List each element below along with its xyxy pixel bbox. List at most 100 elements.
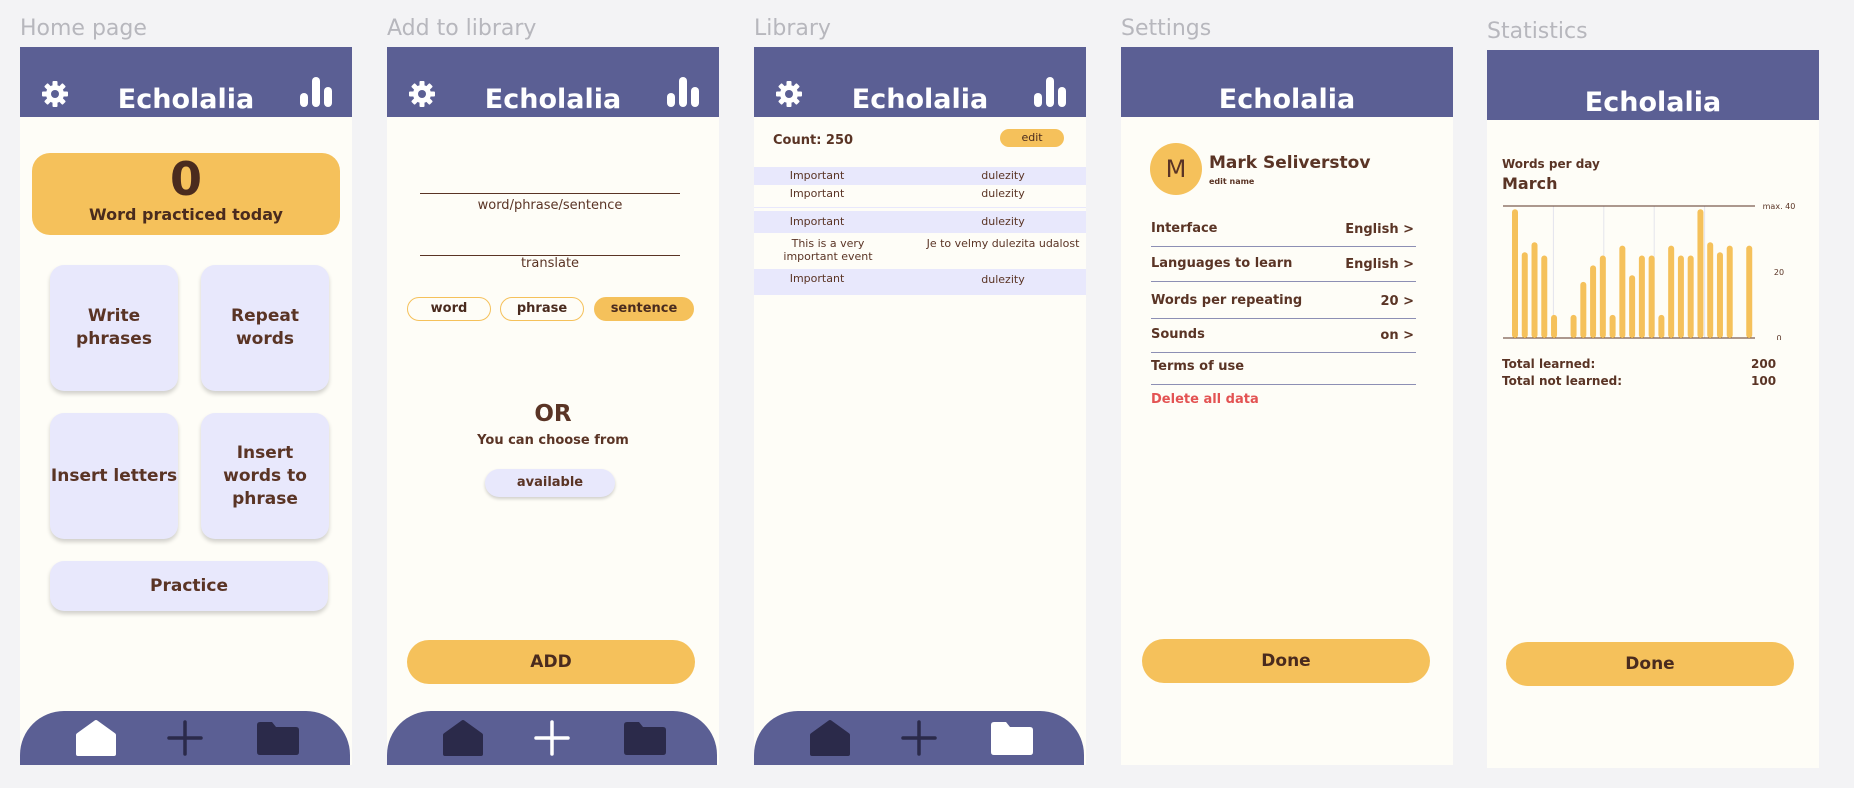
daily-counter-label: Word practiced today bbox=[89, 205, 283, 224]
home-icon[interactable] bbox=[440, 719, 486, 757]
table-row[interactable]: Important dulezity bbox=[754, 186, 1086, 208]
app-header: Echolalia bbox=[754, 47, 1086, 117]
statistics-screen: Echolalia Words per day March max. 40 20 0… bbox=[1487, 50, 1819, 768]
add-button[interactable]: ADD bbox=[407, 640, 695, 684]
setting-value: on > bbox=[1380, 328, 1414, 343]
chart-bar bbox=[1531, 242, 1538, 338]
chart-bar bbox=[1599, 255, 1606, 338]
setting-label: Interface bbox=[1151, 221, 1218, 236]
word-input[interactable]: word/phrase/sentence bbox=[420, 198, 680, 213]
table-row[interactable]: Important dulezity bbox=[754, 167, 1086, 185]
write-phrases-button[interactable]: Write phrases bbox=[50, 265, 178, 391]
total-learned-value: 200 bbox=[1751, 357, 1777, 371]
add-screen: Echolalia word/phrase/sentence translate… bbox=[387, 47, 719, 765]
setting-languages[interactable]: Languages to learn English > bbox=[1151, 248, 1416, 282]
frame-label-statistics: Statistics bbox=[1487, 19, 1588, 44]
daily-counter-card: 0 Word practiced today bbox=[32, 153, 340, 235]
row-translation: dulezity bbox=[981, 273, 1025, 286]
app-header: Echolalia bbox=[387, 47, 719, 117]
library-screen: Echolalia Count: 250 edit Important dule… bbox=[754, 47, 1086, 765]
word-input-line[interactable] bbox=[420, 193, 680, 194]
daily-counter-value: 0 bbox=[169, 152, 202, 206]
or-label: OR bbox=[534, 401, 572, 427]
y-tick-label: 20 bbox=[1774, 268, 1784, 277]
chart-bar bbox=[1580, 281, 1587, 338]
chart-bar bbox=[1648, 255, 1655, 338]
setting-value: English > bbox=[1345, 222, 1414, 237]
available-button[interactable]: available bbox=[485, 469, 615, 497]
type-sentence-chip[interactable]: sentence bbox=[594, 297, 694, 321]
chart-bar bbox=[1668, 245, 1675, 338]
chart-bar bbox=[1658, 314, 1665, 338]
setting-label: Sounds bbox=[1151, 327, 1205, 342]
app-header: Echolalia bbox=[1487, 50, 1819, 120]
total-not-learned-value: 100 bbox=[1751, 374, 1777, 388]
frame-label-settings: Settings bbox=[1121, 16, 1212, 41]
row-word: Important bbox=[789, 215, 845, 228]
statistics-icon[interactable] bbox=[300, 77, 332, 107]
setting-label: Words per repeating bbox=[1151, 293, 1303, 308]
settings-screen: Echolalia M Mark Seliverstov edit name I… bbox=[1121, 47, 1453, 765]
bottom-nav bbox=[387, 711, 717, 765]
total-not-learned-label: Total not learned: bbox=[1502, 374, 1622, 388]
app-header: Echolalia bbox=[20, 47, 352, 117]
row-word: Important bbox=[789, 187, 845, 200]
setting-terms-of-use[interactable]: Terms of use bbox=[1151, 351, 1416, 385]
home-icon[interactable] bbox=[73, 719, 119, 757]
table-row[interactable]: This is a very important event Je to vel… bbox=[754, 234, 1086, 268]
chart-bar bbox=[1716, 252, 1723, 338]
table-row[interactable]: Important dulezity bbox=[754, 269, 1086, 295]
add-icon[interactable] bbox=[896, 719, 942, 757]
home-screen: Echolalia 0 Word practiced today Write p… bbox=[20, 47, 352, 765]
app-title: Echolalia bbox=[1584, 87, 1722, 118]
chart-bar bbox=[1677, 255, 1684, 338]
chart-bar bbox=[1590, 265, 1597, 338]
chart-bar bbox=[1746, 245, 1753, 338]
insert-words-button[interactable]: Insert words to phrase bbox=[201, 413, 329, 539]
avatar[interactable]: M bbox=[1150, 143, 1202, 195]
done-button[interactable]: Done bbox=[1506, 642, 1794, 686]
type-phrase-chip[interactable]: phrase bbox=[500, 297, 584, 321]
frame-label-add: Add to library bbox=[387, 16, 537, 41]
row-word: This is a very important event bbox=[783, 237, 873, 263]
chart-bar bbox=[1541, 255, 1548, 338]
repeat-words-button[interactable]: Repeat words bbox=[201, 265, 329, 391]
setting-value: 20 > bbox=[1380, 294, 1414, 309]
statistics-icon[interactable] bbox=[667, 77, 699, 107]
type-word-chip[interactable]: word bbox=[407, 297, 491, 321]
chart-heading: Words per day bbox=[1502, 157, 1600, 171]
chart-bar bbox=[1609, 314, 1616, 338]
insert-letters-button[interactable]: Insert letters bbox=[50, 413, 178, 539]
delete-all-data-button[interactable]: Delete all data bbox=[1151, 392, 1259, 407]
library-count: Count: 250 bbox=[773, 133, 854, 148]
setting-label: Terms of use bbox=[1151, 359, 1245, 374]
folder-icon[interactable] bbox=[255, 719, 301, 757]
row-translation: Je to velmy dulezita udalost bbox=[926, 237, 1080, 250]
home-icon[interactable] bbox=[807, 719, 853, 757]
edit-button[interactable]: edit bbox=[1000, 129, 1064, 147]
done-button[interactable]: Done bbox=[1142, 639, 1430, 683]
folder-icon[interactable] bbox=[989, 719, 1035, 757]
add-icon[interactable] bbox=[529, 719, 575, 757]
user-name: Mark Seliverstov bbox=[1209, 153, 1371, 173]
setting-words-per-repeating[interactable]: Words per repeating 20 > bbox=[1151, 285, 1416, 319]
folder-icon[interactable] bbox=[622, 719, 668, 757]
table-row[interactable]: Important dulezity bbox=[754, 211, 1086, 233]
practice-button[interactable]: Practice bbox=[50, 561, 328, 611]
edit-name-link[interactable]: edit name bbox=[1209, 177, 1254, 186]
y-tick-label: 0 bbox=[1776, 334, 1781, 340]
setting-sounds[interactable]: Sounds on > bbox=[1151, 319, 1416, 353]
setting-interface[interactable]: Interface English > bbox=[1151, 213, 1416, 247]
bottom-nav bbox=[754, 711, 1084, 765]
y-tick-label: max. 40 bbox=[1763, 202, 1796, 211]
statistics-icon[interactable] bbox=[1034, 77, 1066, 107]
chart-bar bbox=[1570, 314, 1577, 338]
words-per-day-chart: max. 40 20 0 bbox=[1503, 202, 1796, 340]
translate-input[interactable]: translate bbox=[420, 256, 680, 271]
chart-bar bbox=[1629, 275, 1636, 338]
row-translation: dulezity bbox=[981, 187, 1025, 200]
chart-bar bbox=[1707, 242, 1714, 338]
row-word: Important bbox=[789, 272, 845, 285]
add-icon[interactable] bbox=[162, 719, 208, 757]
chart-bar bbox=[1726, 245, 1733, 338]
